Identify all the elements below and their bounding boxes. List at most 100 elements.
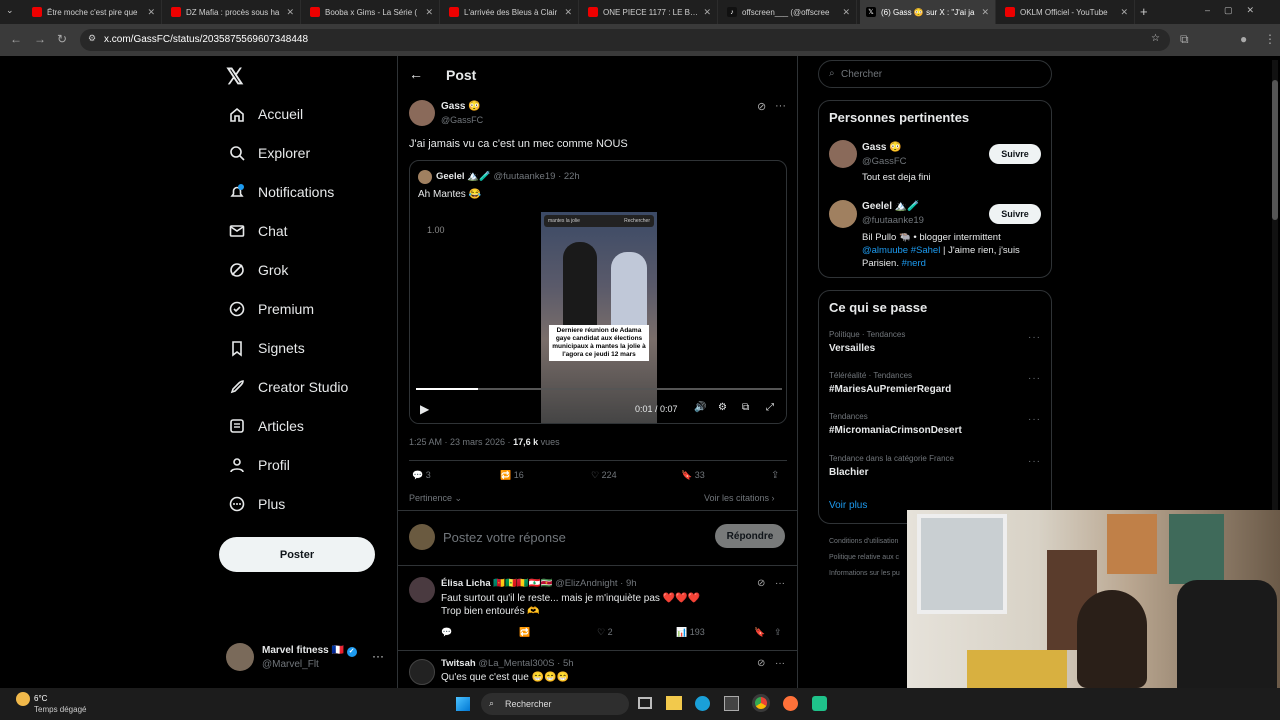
sidebar-item-explorer[interactable]: Explorer xyxy=(228,144,310,162)
browser-tab[interactable]: DZ Mafia : procès sous ha ✕ xyxy=(165,0,301,24)
settings-icon[interactable]: ⚙ xyxy=(718,402,727,413)
more-icon[interactable]: ··· xyxy=(1028,373,1041,384)
sidebar-item-profil[interactable]: Profil xyxy=(228,456,290,474)
views-action[interactable]: 📊 193 xyxy=(676,627,705,638)
volume-icon[interactable]: 🔊 xyxy=(694,402,706,413)
like-action[interactable]: ♡ 224 xyxy=(591,470,617,481)
taskbar-search[interactable]: ⌕ Rechercher xyxy=(481,693,629,715)
browser-tab[interactable]: ♪ offscreen___ (@offscree ✕ xyxy=(721,0,857,24)
new-tab-button[interactable]: + xyxy=(1140,4,1148,19)
close-tab-icon[interactable]: ✕ xyxy=(1120,7,1128,18)
more-icon[interactable]: ··· xyxy=(1028,332,1041,343)
quoted-post[interactable]: Geelel 🏔️🧪 @fuutaanke19 · 22h Ah Mantes … xyxy=(409,160,787,424)
bookmark-icon[interactable]: 🔖 xyxy=(754,627,765,638)
more-icon[interactable]: ··· xyxy=(775,658,785,669)
repost-action[interactable]: 🔁 16 xyxy=(500,470,524,481)
grok-icon[interactable]: ⊘ xyxy=(757,100,766,113)
footer-link[interactable]: Informations sur les pu xyxy=(829,570,900,577)
back-icon[interactable]: ← xyxy=(10,32,22,46)
close-tab-icon[interactable]: ✕ xyxy=(425,7,433,18)
reply-author-name[interactable]: Élisa Licha 🇨🇲🇸🇳🇬🇳🇱🇧🇸🇷 xyxy=(441,578,552,589)
close-tab-icon[interactable]: ✕ xyxy=(703,7,711,18)
follow-button[interactable]: Suivre xyxy=(989,144,1041,164)
chrome-icon[interactable] xyxy=(752,694,770,712)
avatar[interactable] xyxy=(829,200,857,228)
trend-item[interactable]: Politique · Tendances Versailles xyxy=(829,330,905,354)
author-handle[interactable]: @GassFC xyxy=(441,115,483,125)
video-player[interactable]: 1.00 mantes la jolie Rechercher Derniere… xyxy=(410,207,786,423)
grok-icon[interactable]: ⊘ xyxy=(757,658,765,669)
sort-dropdown[interactable]: Pertinence ⌄ xyxy=(409,493,462,504)
browser-tab[interactable]: OKLM Officiel - YouTube ✕ xyxy=(999,0,1135,24)
store-icon[interactable] xyxy=(724,696,739,711)
search-input[interactable]: ⌕ Chercher xyxy=(818,60,1052,88)
close-tab-icon[interactable]: ✕ xyxy=(981,7,989,18)
reply-button[interactable]: Répondre xyxy=(715,524,785,548)
browser-tab[interactable]: Être moche c'est pire que ✕ xyxy=(26,0,162,24)
trend-item[interactable]: Tendance dans la catégorie France Blachie… xyxy=(829,454,954,478)
window-controls[interactable]: –▢✕ xyxy=(1205,5,1268,16)
more-icon[interactable]: ··· xyxy=(1028,456,1041,467)
more-icon[interactable]: ··· xyxy=(1028,414,1041,425)
person-handle[interactable]: @GassFC xyxy=(862,156,906,167)
sidebar-item-plus[interactable]: Plus xyxy=(228,495,285,513)
bio-link[interactable]: #Sahel xyxy=(911,245,941,256)
extensions-icon[interactable]: ⧉ xyxy=(1180,32,1189,47)
back-arrow-icon[interactable]: ← xyxy=(409,66,423,82)
trend-item[interactable]: Tendances #MicromaniaCrimsonDesert xyxy=(829,412,962,436)
follow-button[interactable]: Suivre xyxy=(989,204,1041,224)
file-explorer-icon[interactable] xyxy=(666,696,682,710)
reply-author-handle[interactable]: @La_Mental300S xyxy=(478,658,554,669)
x-logo-icon[interactable]: 𝕏 xyxy=(226,64,244,90)
sidebar-item-creator-studio[interactable]: Creator Studio xyxy=(228,378,348,396)
bio-link[interactable]: #nerd xyxy=(902,258,926,269)
browser-tab[interactable]: L'arrivée des Bleus à Clair ✕ xyxy=(443,0,579,24)
person-name[interactable]: Gass 😳 xyxy=(862,142,902,153)
more-icon[interactable]: ··· xyxy=(775,578,785,589)
author-name[interactable]: Gass 😳 xyxy=(441,101,481,112)
like-action[interactable]: ♡ 2 xyxy=(597,627,613,638)
close-tab-icon[interactable]: ✕ xyxy=(564,7,572,18)
pip-icon[interactable]: ⧉ xyxy=(742,402,749,413)
avatar[interactable] xyxy=(829,140,857,168)
avatar[interactable] xyxy=(409,577,435,603)
browser-tab[interactable]: ONE PIECE 1177 : LE BORD ✕ xyxy=(582,0,718,24)
sidebar-item-articles[interactable]: Articles xyxy=(228,417,304,435)
app-icon[interactable] xyxy=(812,696,827,711)
close-tab-icon[interactable]: ✕ xyxy=(286,7,294,18)
person-name[interactable]: Geelel 🏔️🧪 xyxy=(862,201,920,212)
bio-link[interactable]: @almuube xyxy=(862,245,908,256)
reply-input[interactable]: Postez votre réponse xyxy=(443,530,566,545)
footer-link[interactable]: Conditions d'utilisation xyxy=(829,538,898,545)
edge-icon[interactable] xyxy=(695,696,710,711)
profile-icon[interactable]: ● xyxy=(1240,32,1247,46)
fullscreen-icon[interactable]: ⤢ xyxy=(766,402,774,413)
show-more-link[interactable]: Voir plus xyxy=(829,500,867,511)
reload-icon[interactable]: ↻ xyxy=(57,32,67,46)
reply-author-name[interactable]: Twitsah xyxy=(441,658,476,669)
reply-action[interactable]: 💬 3 xyxy=(412,470,431,481)
weather-icon[interactable] xyxy=(16,692,30,706)
sidebar-item-premium[interactable]: Premium xyxy=(228,300,314,318)
footer-link[interactable]: Politique relative aux c xyxy=(829,554,899,561)
bookmark-action[interactable]: 🔖 33 xyxy=(681,470,705,481)
close-tab-icon[interactable]: ✕ xyxy=(147,7,155,18)
menu-icon[interactable]: ⋮ xyxy=(1264,32,1276,46)
sidebar-item-signets[interactable]: Signets xyxy=(228,339,305,357)
repost-icon[interactable]: 🔁 xyxy=(519,627,530,638)
address-bar[interactable]: ⚙ x.com/GassFC/status/203587556960734844… xyxy=(80,29,1170,51)
play-icon[interactable]: ▶ xyxy=(420,402,429,416)
close-tab-icon[interactable]: ✕ xyxy=(842,7,850,18)
site-info-icon[interactable]: ⚙ xyxy=(88,33,96,44)
trend-item[interactable]: Téléréalité · Tendances #MariesAuPremierR… xyxy=(829,371,951,395)
quotes-link[interactable]: Voir les citations › xyxy=(704,493,775,503)
more-icon[interactable]: ··· xyxy=(372,649,384,663)
avatar[interactable] xyxy=(409,659,435,685)
task-view-icon[interactable] xyxy=(638,697,652,709)
post-timestamp[interactable]: 1:25 AM · 23 mars 2026 · xyxy=(409,437,511,447)
windows-start-icon[interactable] xyxy=(456,697,470,711)
reply-author-handle[interactable]: @ElizAndnight xyxy=(555,578,617,589)
forward-icon[interactable]: → xyxy=(34,32,46,46)
avatar[interactable] xyxy=(409,100,435,126)
browser-tab[interactable]: 𝕏 (6) Gass 😳 sur X : "J'ai ja ✕ xyxy=(860,0,996,24)
